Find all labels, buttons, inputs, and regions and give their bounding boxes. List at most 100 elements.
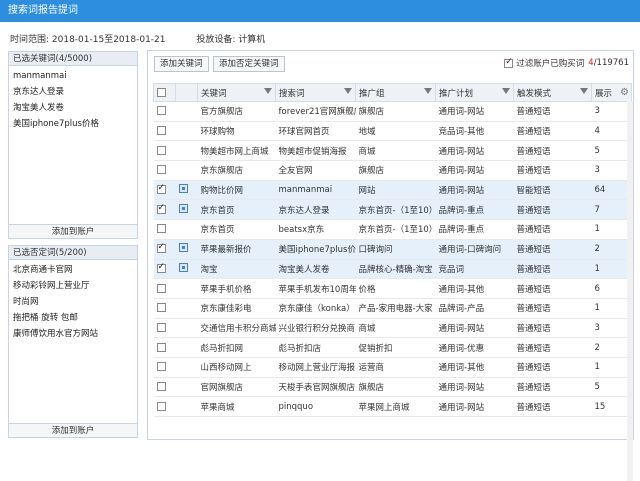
cell-ad-group: 产品-家用电器-大家: [355, 298, 436, 319]
cell-keyword: 京东旗舰店: [197, 160, 276, 181]
cell-campaign: 通用词-其他: [435, 278, 514, 299]
selected-negatives-list: 北京商通卡官网 移动彩铃网上营业厅 时尚网 拖把桶 旋转 包邮 康师傅饮用水官方网站: [9, 260, 137, 344]
header-ad-group[interactable]: 推广组: [355, 83, 436, 102]
cell-campaign: 通用词-网站: [435, 396, 514, 417]
filter-icon[interactable]: [344, 88, 352, 94]
add-negative-keyword-button[interactable]: 添加否定关键词: [213, 56, 285, 72]
list-item[interactable]: 康师傅饮用水官方网站: [13, 326, 133, 342]
filter-purchased-label: 过滤账户已购买词: [516, 59, 585, 69]
header-match-mode[interactable]: 触发模式: [513, 83, 592, 102]
list-item[interactable]: 时尚网: [13, 294, 133, 310]
row-icon-cell: [175, 160, 198, 181]
table-row[interactable]: 交通信用卡积分商城 兴业银行积分兑换商 商城 通用词-网站 普通短语 3: [153, 318, 632, 339]
add-negatives-to-account-button[interactable]: 添加到账户: [9, 423, 137, 437]
table-row[interactable]: 物美超市网上商城 物美超市促销海报 商城 通用词-网站 普通短语 5: [153, 140, 632, 162]
table-row[interactable]: 苹果最新报价美国iphone7plus价口碑询问通用词-口碑询问普通短语2: [153, 239, 632, 260]
add-keyword-button[interactable]: 添加关键词: [154, 56, 209, 72]
filter-icon[interactable]: [264, 88, 272, 94]
table-row[interactable]: 苹果手机价格 苹果手机发布10周年 价格 通用词-其他 普通短语 6: [153, 278, 632, 299]
cell-impressions: 1: [591, 259, 632, 280]
row-checkbox[interactable]: [156, 362, 166, 372]
list-item[interactable]: 淘宝美人发卷: [13, 100, 133, 116]
cell-keyword: 苹果最新报价: [197, 239, 276, 260]
table-row[interactable]: 彪马折扣网 彪马折扣店 促销折扣 通用词-优惠 普通短语 2: [153, 337, 632, 358]
row-checkbox[interactable]: [156, 145, 166, 155]
cell-keyword: 苹果商城: [197, 396, 276, 417]
cell-keyword: 彪马折扣网: [197, 337, 276, 358]
filter-icon[interactable]: [424, 88, 432, 94]
row-checkbox[interactable]: [156, 203, 166, 214]
row-icon-cell: [175, 278, 198, 299]
table-row[interactable]: 环球购物 环球官网首页 地域 竞品词-其他 普通短语 4: [153, 121, 632, 142]
row-checkbox[interactable]: [156, 126, 166, 136]
row-icon-cell: [175, 199, 198, 221]
cell-search-term: forever21官网旗舰店: [275, 101, 356, 122]
table-row[interactable]: 京东首页 beatsx京东 京东首页-（1至10） 品牌词-重点 普通短语 1: [153, 219, 632, 240]
cell-search-term: beatsx京东: [275, 219, 356, 240]
added-keyword-icon: [178, 203, 188, 213]
cell-ad-group: 价格: [355, 278, 436, 299]
vertical-scrollbar[interactable]: [627, 101, 633, 481]
table-row[interactable]: 京东旗舰店 全友官网 旗舰店 通用词-网站 普通短语 3: [153, 160, 632, 181]
row-checkbox[interactable]: [156, 262, 166, 273]
table-row[interactable]: 京东首页京东达人登录京东首页-（1至10）品牌词-重点普通短语7: [153, 199, 632, 221]
list-item[interactable]: manmanmai: [13, 68, 133, 84]
cell-search-term: 全友官网: [275, 160, 356, 181]
table-row[interactable]: 京东康佳彩电 京东康佳（konka） 产品-家用电器-大家 品牌词-产品 普通短语 1: [153, 298, 632, 319]
table-row[interactable]: 山西移动网上 移动网上营业厅海报 运营商 通用词-其他 普通短语 1: [153, 357, 632, 378]
row-checkbox[interactable]: [156, 106, 166, 116]
header-impressions[interactable]: 展示 ⚙: [591, 83, 632, 102]
filter-purchased-checkbox[interactable]: [504, 57, 514, 68]
row-checkbox-cell: [153, 140, 176, 162]
cell-match-mode: 普通短语: [513, 318, 592, 339]
cell-search-term: 京东康佳（konka）: [275, 298, 356, 319]
row-checkbox[interactable]: [156, 165, 166, 175]
gear-icon[interactable]: ⚙: [620, 87, 629, 98]
row-checkbox[interactable]: [156, 342, 166, 352]
cell-impressions: 1: [591, 219, 632, 240]
cell-ad-group: 京东首页-（1至10）: [355, 219, 436, 240]
filter-icon[interactable]: [502, 88, 510, 94]
total-count: /119761: [593, 58, 629, 68]
cell-impressions: 2: [591, 337, 632, 358]
row-checkbox-cell: [153, 239, 176, 260]
cell-ad-group: 品牌核心-精确-淘宝: [355, 259, 436, 280]
cell-ad-group: 口碑询问: [355, 239, 436, 260]
row-checkbox[interactable]: [156, 224, 166, 234]
row-checkbox[interactable]: [156, 183, 166, 195]
cell-impressions: 1: [591, 357, 632, 378]
row-checkbox[interactable]: [156, 401, 166, 411]
row-checkbox[interactable]: [156, 322, 166, 332]
cell-campaign: 通用词-网站: [435, 160, 514, 181]
row-checkbox-cell: [153, 396, 176, 417]
cell-search-term: 天梭手表官网旗舰店: [275, 377, 356, 398]
cell-campaign: 竞品词: [435, 259, 514, 280]
list-item[interactable]: 拖把桶 旋转 包邮: [13, 310, 133, 326]
list-item[interactable]: 北京商通卡官网: [13, 262, 133, 278]
header-search-term[interactable]: 搜索词: [275, 83, 356, 102]
list-item[interactable]: 美国iphone7plus价格: [13, 116, 133, 132]
select-all-checkbox[interactable]: [157, 87, 166, 97]
cell-search-term: 京东达人登录: [275, 199, 356, 221]
header-keyword[interactable]: 关键词: [197, 83, 276, 102]
row-icon-cell: [175, 259, 198, 280]
table-row[interactable]: 官方旗舰店 forever21官网旗舰店 旗舰店 通用词-网站 普通短语 3: [153, 101, 632, 122]
table-row[interactable]: 淘宝淘宝美人发卷品牌核心-精确-淘宝竞品词普通短语1: [153, 259, 632, 280]
cell-match-mode: 智能短语: [513, 180, 592, 201]
row-checkbox[interactable]: [156, 283, 166, 293]
table-row[interactable]: 购物比价网manmanmai网站通用词-网站智能短语64: [153, 180, 632, 201]
row-checkbox[interactable]: [156, 381, 166, 391]
row-checkbox[interactable]: [156, 242, 166, 254]
header-campaign[interactable]: 推广计划: [435, 83, 514, 102]
cell-ad-group: 旗舰店: [355, 377, 436, 398]
list-item[interactable]: 京东达人登录: [13, 84, 133, 100]
list-item[interactable]: 移动彩铃网上营业厅: [13, 278, 133, 294]
selected-negatives-panel: 已选否定词(5/200) 北京商通卡官网 移动彩铃网上营业厅 时尚网 拖把桶 旋转 包…: [8, 245, 138, 438]
table-row[interactable]: 苹果商城 pinqquo 苹果网上商城 通用词-网站 普通短语 15: [153, 396, 632, 417]
added-keyword-icon: [178, 243, 188, 253]
add-keywords-to-account-button[interactable]: 添加到账户: [9, 224, 137, 238]
cell-impressions: 15: [591, 396, 632, 417]
filter-icon[interactable]: [580, 88, 588, 94]
table-row[interactable]: 官网旗舰店 天梭手表官网旗舰店 旗舰店 通用词-网站 普通短语 5: [153, 377, 632, 398]
row-checkbox[interactable]: [156, 303, 166, 313]
